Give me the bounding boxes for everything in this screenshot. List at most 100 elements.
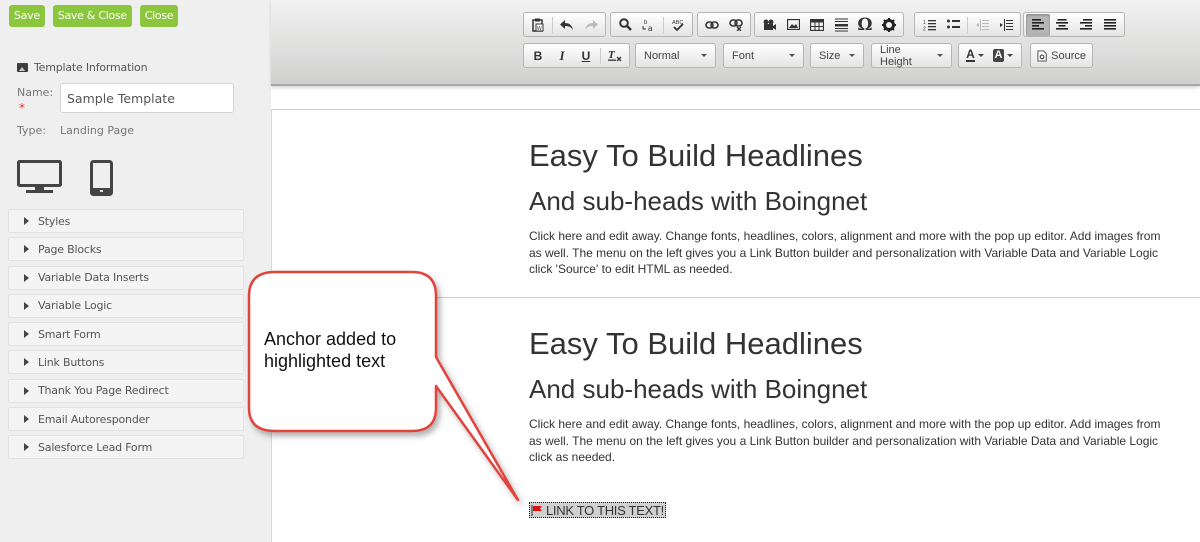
svg-text:2: 2	[923, 26, 926, 31]
accordion-styles[interactable]: Styles	[8, 209, 244, 233]
undo-button[interactable]	[555, 14, 579, 36]
size-dropdown-value: Size	[819, 49, 841, 62]
italic-button[interactable]: I	[550, 45, 574, 67]
anchored-text-link[interactable]: LINK TO THIS TEXT!	[529, 502, 666, 518]
line-height-dropdown-value: Line Height	[880, 43, 912, 68]
toolbar-separator	[600, 47, 601, 64]
accordion-email-autoresponder[interactable]: Email Autoresponder	[8, 407, 244, 432]
unlink-button[interactable]	[724, 14, 748, 36]
sidebar: Save Save & Close Close Template Informa…	[0, 0, 270, 542]
justify-button[interactable]	[1098, 14, 1122, 36]
body-paragraph[interactable]: Click here and edit away. Change fonts, …	[529, 228, 1200, 278]
table-icon	[810, 18, 824, 31]
insert-image-button[interactable]	[781, 14, 805, 36]
font-dropdown[interactable]: Font	[723, 43, 804, 68]
accordion-link-buttons[interactable]: Link Buttons	[8, 350, 244, 375]
horizontal-rule-button[interactable]	[829, 14, 853, 36]
paragraph-line: click as needed.	[529, 450, 616, 464]
bulleted-list-icon	[946, 19, 960, 29]
size-dropdown[interactable]: Size	[810, 43, 864, 68]
sidebar-accordion: Styles Page Blocks Variable Data Inserts…	[8, 209, 244, 464]
callout-text: Anchor added to highlighted text	[264, 328, 396, 372]
paragraph-line: click 'Source' to edit HTML as needed.	[529, 262, 733, 276]
content-block-1[interactable]: Easy To Build Headlines And sub-heads wi…	[529, 140, 1200, 278]
accordion-smart-form[interactable]: Smart Form	[8, 322, 244, 347]
headline[interactable]: Easy To Build Headlines	[529, 328, 1200, 359]
toolbar-separator	[663, 16, 664, 33]
align-right-button[interactable]	[1074, 14, 1098, 36]
caret-right-icon	[24, 330, 29, 339]
mobile-view-icon[interactable]	[90, 160, 113, 196]
link-button[interactable]	[700, 14, 724, 36]
chevron-down-icon	[701, 54, 707, 57]
accordion-label: Page Blocks	[38, 242, 102, 256]
align-center-icon	[1056, 19, 1068, 30]
subheadline[interactable]: And sub-heads with Boingnet	[529, 188, 1200, 214]
decrease-indent-button[interactable]	[970, 14, 994, 36]
toolbar-group-insert: Ω	[754, 12, 904, 37]
align-left-icon	[1032, 19, 1044, 30]
headline[interactable]: Easy To Build Headlines	[529, 140, 1200, 171]
bold-icon: B	[533, 48, 543, 63]
toolbar-separator	[967, 16, 968, 33]
iframe-button[interactable]	[877, 14, 901, 36]
replace-button[interactable]: ba	[637, 14, 661, 36]
line-height-dropdown[interactable]: Line Height	[871, 43, 952, 68]
align-center-button[interactable]	[1050, 14, 1074, 36]
toolbar-separator	[552, 16, 553, 33]
text-color-button[interactable]: A	[961, 45, 989, 67]
template-information-heading: Template Information	[17, 61, 148, 74]
desktop-view-icon[interactable]	[17, 160, 62, 194]
page-block-divider	[271, 297, 1200, 298]
source-button[interactable]: Source	[1030, 43, 1093, 68]
numbered-list-button[interactable]: 12	[917, 14, 941, 36]
increase-indent-button[interactable]	[994, 14, 1018, 36]
spellcheck-icon: ABC	[672, 20, 684, 31]
accordion-variable-data-inserts[interactable]: Variable Data Inserts	[8, 265, 244, 290]
remove-format-button[interactable]: T	[603, 45, 627, 67]
subheadline[interactable]: And sub-heads with Boingnet	[529, 376, 1200, 402]
paste-from-word-icon: W	[532, 18, 544, 32]
anchor-text: LINK TO THIS TEXT!	[546, 502, 664, 518]
indent-icon	[999, 18, 1013, 31]
save-button[interactable]: Save	[9, 5, 45, 27]
accordion-thank-you-page-redirect[interactable]: Thank You Page Redirect	[8, 378, 244, 403]
underline-button[interactable]: U	[574, 45, 598, 67]
caret-right-icon	[24, 386, 29, 395]
find-button[interactable]	[613, 14, 637, 36]
background-color-button[interactable]: A	[989, 45, 1017, 67]
template-information-label: Template Information	[34, 61, 148, 74]
format-dropdown[interactable]: Normal	[635, 43, 716, 68]
content-block-2[interactable]: Easy To Build Headlines And sub-heads wi…	[529, 328, 1200, 466]
redo-button[interactable]	[579, 14, 603, 36]
special-character-button[interactable]: Ω	[853, 14, 877, 36]
align-left-button[interactable]	[1026, 13, 1050, 36]
replace-icon: ba	[642, 20, 653, 32]
paste-from-word-button[interactable]: W	[526, 14, 550, 36]
bulleted-list-button[interactable]	[941, 14, 965, 36]
chevron-down-icon	[937, 54, 943, 57]
insert-table-button[interactable]	[805, 14, 829, 36]
unlink-icon	[729, 18, 743, 31]
svg-text:T: T	[608, 49, 616, 61]
accordion-salesforce-lead-form[interactable]: Salesforce Lead Form	[8, 435, 244, 460]
template-name-input[interactable]	[60, 83, 234, 113]
callout-line: highlighted text	[264, 351, 386, 371]
chevron-down-icon	[1007, 54, 1014, 57]
paragraph-line: as well. The menu on the left gives you …	[529, 245, 1159, 260]
bold-button[interactable]: B	[526, 45, 550, 67]
save-and-close-button[interactable]: Save & Close	[52, 5, 132, 27]
link-icon	[705, 20, 719, 29]
source-label: Source	[1051, 49, 1086, 62]
insert-video-button[interactable]	[757, 14, 781, 36]
spellcheck-button[interactable]: ABC	[666, 14, 690, 36]
caret-right-icon	[24, 415, 29, 424]
close-button[interactable]: Close	[139, 5, 179, 27]
chevron-down-icon	[849, 54, 855, 57]
text-color-icon: A	[966, 47, 975, 62]
accordion-variable-logic[interactable]: Variable Logic	[8, 293, 244, 318]
font-dropdown-value: Font	[732, 49, 755, 62]
body-paragraph[interactable]: Click here and edit away. Change fonts, …	[529, 416, 1200, 466]
accordion-page-blocks[interactable]: Page Blocks	[8, 237, 244, 262]
caret-right-icon	[24, 273, 29, 282]
